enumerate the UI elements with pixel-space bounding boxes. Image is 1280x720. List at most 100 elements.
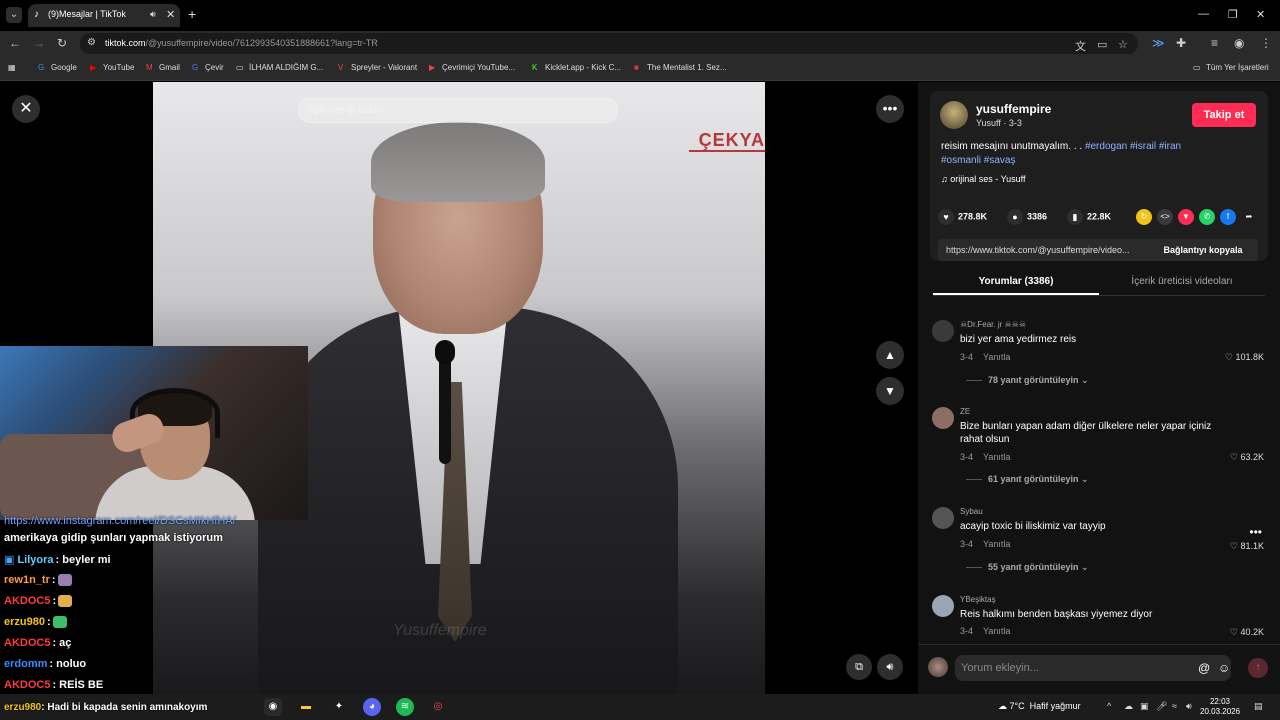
tab-creator-videos[interactable]: İçerik üreticisi videoları bbox=[1099, 276, 1265, 287]
forward-icon[interactable]: → bbox=[33, 36, 45, 50]
comment-more-icon[interactable]: ••• bbox=[1249, 525, 1262, 539]
view-replies-button[interactable]: 55 yanıt görüntüleyin ⌄ bbox=[966, 562, 1089, 573]
restore-icon[interactable]: ❐ bbox=[1228, 8, 1238, 21]
follow-button[interactable]: Takip et bbox=[1192, 103, 1256, 127]
browser-tab[interactable]: ♪ (9)Mesajlar | TikTok 🔊︎ ✕ bbox=[28, 4, 180, 27]
comment-like[interactable]: ♡ 81.1K bbox=[1230, 541, 1264, 552]
site-info-icon[interactable]: ⚙ bbox=[87, 37, 96, 48]
discord-icon[interactable]: ◕ bbox=[363, 698, 381, 716]
chrome-icon[interactable]: ◉ bbox=[264, 698, 282, 716]
all-bookmarks-folder[interactable]: ▭ Tüm Yer İşaretleri bbox=[1193, 63, 1269, 72]
mention-icon[interactable]: @ bbox=[1198, 661, 1210, 675]
author-avatar[interactable] bbox=[940, 101, 968, 129]
reply-button[interactable]: Yanıtla bbox=[983, 452, 1010, 462]
copy-link-button[interactable]: Bağlantıyı kopyala bbox=[1148, 239, 1258, 261]
comment-username[interactable]: ZE bbox=[960, 407, 970, 416]
reply-button[interactable]: Yanıtla bbox=[983, 626, 1010, 636]
window-close-icon[interactable]: ✕ bbox=[1256, 8, 1265, 21]
media-control-icon[interactable]: ≡ bbox=[1211, 36, 1218, 50]
repost-icon[interactable]: ↻ bbox=[1136, 209, 1152, 225]
obs-icon[interactable]: ◎ bbox=[429, 698, 447, 716]
like-button[interactable]: ♥ 278.8K bbox=[938, 209, 987, 225]
browser-menu-icon[interactable]: ⋮ bbox=[1260, 36, 1272, 50]
bookmark-kicklet[interactable]: K Kicklet.app - Kick C... bbox=[532, 63, 621, 72]
share-link-text[interactable]: https://www.tiktok.com/@yusuffempire/vid… bbox=[946, 245, 1151, 255]
tab-comments[interactable]: Yorumlar (3386) bbox=[933, 276, 1099, 287]
system-clock[interactable]: 22:03 20.03.2026 bbox=[1200, 697, 1240, 717]
comment-username[interactable]: Sybau bbox=[960, 507, 983, 516]
whatsapp-icon[interactable]: ✆ bbox=[1199, 209, 1215, 225]
tab-close-icon[interactable]: ✕ bbox=[166, 8, 175, 21]
address-bar[interactable]: ⚙ tiktok.com/@yusuffempire/video/7612993… bbox=[80, 33, 1138, 54]
notifications-icon[interactable]: ▤ bbox=[1254, 701, 1263, 712]
bookmark-folder-ilham[interactable]: ▭ İLHAM ALDIĞIM G... bbox=[236, 63, 323, 72]
comment-avatar[interactable] bbox=[932, 595, 954, 617]
bookmark-star-icon[interactable]: ☆ bbox=[1118, 38, 1128, 51]
bookmark-spreyler[interactable]: V Spreyler - Valorant bbox=[338, 63, 417, 72]
comment-avatar[interactable] bbox=[932, 320, 954, 342]
weather-widget[interactable]: ☁ 7°C Hafif yağmur bbox=[998, 701, 1081, 712]
comment-input[interactable] bbox=[955, 655, 1231, 681]
video-search-box[interactable]: İlgili içeriği bulun ⌕ bbox=[298, 98, 618, 123]
previous-video-button[interactable]: ▲ bbox=[876, 341, 904, 369]
embed-icon[interactable]: <> bbox=[1157, 209, 1173, 225]
next-video-button[interactable]: ▼ bbox=[876, 377, 904, 405]
reload-icon[interactable]: ↻ bbox=[57, 36, 67, 50]
cast-icon[interactable]: ▭ bbox=[1097, 38, 1107, 51]
reply-button[interactable]: Yanıtla bbox=[983, 539, 1010, 549]
file-explorer-icon[interactable]: ▬ bbox=[297, 698, 315, 716]
like-count: 278.8K bbox=[958, 211, 988, 222]
view-replies-button[interactable]: 61 yanıt görüntüleyin ⌄ bbox=[966, 474, 1089, 485]
floating-player-button[interactable]: ⧉ bbox=[846, 654, 872, 680]
extensions-puzzle-icon[interactable]: ✚ bbox=[1176, 36, 1186, 50]
bookmark-cevir[interactable]: G Çevir bbox=[192, 63, 224, 72]
spotify-icon[interactable]: ≋ bbox=[396, 698, 414, 716]
speaker-icon[interactable]: 🔊︎ bbox=[1186, 701, 1192, 712]
microphone-tray-icon[interactable]: 🎤︎ bbox=[1156, 701, 1167, 712]
bookmark-gmail[interactable]: M Gmail bbox=[146, 63, 180, 72]
apps-grid-icon[interactable]: ▦ bbox=[8, 63, 16, 72]
comment-avatar[interactable] bbox=[932, 407, 954, 429]
wifi-icon[interactable]: ≈ bbox=[1172, 701, 1177, 711]
volume-button[interactable]: 🔊︎ bbox=[877, 654, 903, 680]
music-info[interactable]: ♫ orijinal ses - Yusuff bbox=[941, 174, 1025, 184]
new-tab-icon[interactable]: + bbox=[188, 6, 196, 22]
comment-like[interactable]: ♡ 101.8K bbox=[1225, 352, 1264, 363]
caption-hashtags[interactable]: #erdogan #israil #iran bbox=[1085, 141, 1181, 152]
comment-button[interactable]: ● 3386 bbox=[1007, 209, 1047, 225]
comment-username[interactable]: ☠Dr.Fear. jr ☠☠☠ bbox=[960, 320, 1026, 329]
comment-like[interactable]: ♡ 63.2K bbox=[1230, 452, 1264, 463]
bookmark-mentalist[interactable]: ■ The Mentalist 1. Sez... bbox=[634, 63, 727, 72]
bookmark-youtube[interactable]: ▶ YouTube bbox=[90, 63, 134, 72]
view-replies-button[interactable]: 78 yanıt görüntüleyin ⌄ bbox=[966, 375, 1089, 386]
bookmark-cevrimici[interactable]: ▶ Çevrimiçi YouTube... bbox=[429, 63, 515, 72]
share-arrow-icon[interactable]: ➦ bbox=[1241, 209, 1257, 225]
chat-emote-icon bbox=[58, 595, 73, 608]
comment-avatar[interactable] bbox=[932, 507, 954, 529]
send-comment-button[interactable]: ↑ bbox=[1248, 658, 1268, 678]
comment-like[interactable]: ♡ 40.2K bbox=[1230, 627, 1264, 638]
tray-chevron-icon[interactable]: ^ bbox=[1107, 701, 1111, 711]
app-icon[interactable]: ✦ bbox=[330, 698, 348, 716]
reply-button[interactable]: Yanıtla bbox=[983, 352, 1010, 362]
profile-icon[interactable]: ◉ bbox=[1234, 36, 1244, 50]
translate-icon[interactable]: 文 bbox=[1075, 38, 1086, 54]
author-name[interactable]: yusuffempire bbox=[976, 102, 1051, 116]
save-button[interactable]: ▮ 22.8K bbox=[1067, 209, 1111, 225]
bookmark-google[interactable]: G Google bbox=[38, 63, 77, 72]
send-icon[interactable]: ▼ bbox=[1178, 209, 1194, 225]
caption-hashtags[interactable]: #osmanli #savaş bbox=[941, 155, 1015, 166]
close-video-button[interactable]: ✕ bbox=[12, 95, 40, 123]
comment-username[interactable]: YBeşiktaş bbox=[960, 595, 996, 604]
extension-icon[interactable]: ≫ bbox=[1152, 36, 1165, 50]
back-icon[interactable]: ← bbox=[9, 36, 21, 50]
tray-app-icon[interactable]: ▣ bbox=[1140, 701, 1149, 712]
tab-search-icon[interactable]: ⌄ bbox=[6, 7, 22, 23]
minimize-icon[interactable]: — bbox=[1198, 8, 1209, 20]
facebook-icon[interactable]: f bbox=[1220, 209, 1236, 225]
search-icon[interactable]: ⌕ bbox=[601, 104, 607, 117]
tray-app-icon[interactable]: ☁ bbox=[1124, 701, 1133, 712]
tab-audio-icon[interactable]: 🔊︎ bbox=[150, 9, 156, 20]
more-options-button[interactable]: ••• bbox=[876, 95, 904, 123]
emoji-icon[interactable]: ☺ bbox=[1218, 661, 1230, 675]
